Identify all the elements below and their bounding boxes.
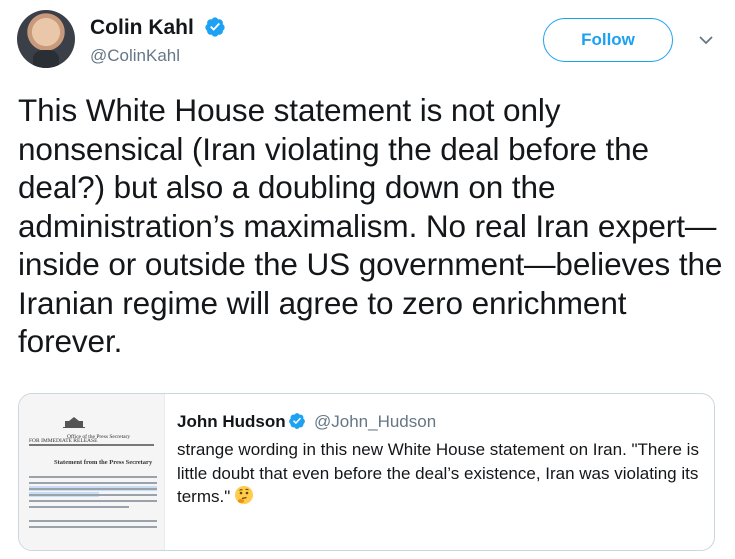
thinking-face-icon — [235, 486, 254, 504]
tweet-text: This White House statement is not only n… — [18, 92, 723, 359]
white-house-icon — [63, 417, 85, 428]
statement-heading: Statement from the Press Secretary — [54, 459, 153, 466]
verified-badge-icon — [205, 17, 225, 37]
quoted-author-handle[interactable]: @John_Hudson — [314, 412, 436, 432]
follow-button[interactable]: Follow — [543, 18, 673, 62]
author-avatar[interactable] — [17, 10, 75, 68]
quoted-tweet-text-content: strange wording in this new White House … — [177, 440, 699, 506]
release-label: FOR IMMEDIATE RELEASE — [29, 438, 98, 444]
author-name[interactable]: Colin Kahl — [90, 16, 194, 40]
quoted-tweet-image[interactable]: Office of the Press Secretary FOR IMMEDI… — [19, 394, 165, 550]
author-handle[interactable]: @ColinKahl — [90, 46, 180, 66]
quoted-verified-badge-icon — [289, 413, 305, 429]
quoted-tweet[interactable]: Office of the Press Secretary FOR IMMEDI… — [18, 393, 715, 551]
quoted-author-name[interactable]: John Hudson — [177, 412, 286, 432]
quoted-tweet-text: strange wording in this new White House … — [177, 438, 707, 509]
chevron-down-icon[interactable] — [698, 34, 714, 46]
